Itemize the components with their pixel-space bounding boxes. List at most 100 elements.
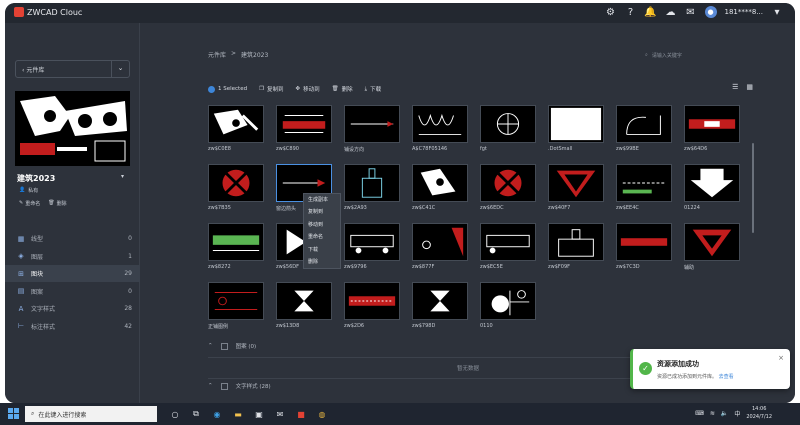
block-card[interactable]: zw$99BE [616,105,672,152]
block-card[interactable]: zw$798D [412,282,468,329]
block-thumbnail[interactable] [548,223,604,261]
block-card[interactable]: zw$877F [412,223,468,270]
context-menu-item-copy-to[interactable]: 复制到 [304,206,340,218]
block-card[interactable]: zw$13D8 [276,282,332,329]
block-thumbnail[interactable] [276,105,332,143]
block-card[interactable]: zw$EE4C [616,164,672,211]
context-menu-item-rename[interactable]: 重命名 [304,231,340,243]
block-thumbnail[interactable] [412,105,468,143]
block-card[interactable]: zw$C41C [412,164,468,211]
block-card[interactable]: 01224 [684,164,740,211]
block-card[interactable]: .DotSmall [548,105,604,152]
block-thumbnail[interactable] [412,223,468,261]
block-thumbnail[interactable] [208,282,264,320]
move-to-button[interactable]: ✥ 移动到 [296,85,320,93]
section-pattern[interactable]: ⌃ 图案 (0) [208,342,256,350]
windows-start-icon[interactable] [8,408,19,419]
block-card[interactable]: A$C78F05146 [412,105,468,152]
block-thumbnail[interactable] [412,282,468,320]
block-card[interactable]: fgt [480,105,536,152]
nav-item-linetype[interactable]: ▦ 线型 0 [5,230,140,247]
block-card[interactable]: zw$6EDC [480,164,536,211]
block-thumbnail[interactable] [276,282,332,320]
block-thumbnail[interactable] [684,105,740,143]
scrollbar[interactable] [752,143,754,233]
block-card[interactable]: zw$C890 [276,105,332,152]
rename-button[interactable]: ✎ 重命名 [19,200,40,207]
nav-item-text-style[interactable]: A 文字样式 28 [5,300,140,317]
block-card[interactable]: 铺设方向 [344,105,400,153]
block-thumbnail[interactable] [616,223,672,261]
ime-icon[interactable]: 中 [734,409,740,418]
block-card[interactable]: 0110 [480,282,536,329]
taskbar-search-input[interactable]: ⌕ 在此键入进行搜索 [25,406,157,422]
search-input[interactable]: ⌕ 请输入关键字 [645,49,760,61]
cloud-icon[interactable]: ☁ [665,6,677,18]
selection-count[interactable]: 1 Selected [208,85,247,93]
mail-icon[interactable]: ✉ [273,407,287,421]
library-selector[interactable]: ‹ 元件库 ⌄ [15,60,130,78]
app-icon[interactable]: ■ [294,407,308,421]
edge-icon[interactable]: ◉ [210,407,224,421]
volume-icon[interactable]: 🔈 [721,410,728,417]
context-menu-item-delete[interactable]: 删除 [304,256,340,268]
nav-item-pattern[interactable]: ▤ 图案 0 [5,283,140,300]
delete-button[interactable]: 🗑 删除 [332,85,353,93]
cortana-icon[interactable]: ○ [168,407,182,421]
user-name[interactable]: 181****8... [725,8,764,16]
chevron-up-icon[interactable]: ⌃ [208,383,213,389]
chevron-down-icon[interactable]: ⌄ [111,61,129,77]
block-thumbnail[interactable] [684,223,740,261]
toast-view-link[interactable]: 去查看 [719,374,734,380]
list-view-icon[interactable]: ☰ [732,83,738,91]
block-thumbnail[interactable] [548,164,604,202]
block-thumbnail[interactable] [548,105,604,143]
task-view-icon[interactable]: ⧉ [189,407,203,421]
block-thumbnail[interactable] [344,223,400,261]
block-thumbnail[interactable] [616,164,672,202]
section-checkbox[interactable] [220,342,228,350]
nav-item-dim-style[interactable]: ⊢ 标注样式 42 [5,318,140,335]
message-icon[interactable]: ✉ [685,6,697,18]
block-thumbnail[interactable] [208,105,264,143]
block-thumbnail[interactable] [684,164,740,202]
delete-library-button[interactable]: 🗑 删除 [48,200,66,207]
context-menu-item-move-to[interactable]: 移动到 [304,219,340,231]
block-thumbnail[interactable] [480,282,536,320]
block-thumbnail[interactable] [480,105,536,143]
block-card[interactable]: zw$F09F [548,223,604,270]
chrome-icon[interactable]: ◍ [315,407,329,421]
chevron-down-icon[interactable]: ▾ [771,6,783,18]
download-button[interactable]: ⤓ 下载 [365,85,381,94]
avatar[interactable]: ● [704,6,717,18]
block-thumbnail[interactable] [344,282,400,320]
block-thumbnail[interactable] [616,105,672,143]
block-card[interactable]: zw$2A93 [344,164,400,211]
block-card[interactable]: zw$C0E8 [208,105,264,152]
settings-icon[interactable]: ⚙ [605,6,617,18]
block-card[interactable]: zw$7C3D [616,223,672,270]
section-text-style[interactable]: ⌃ 文字样式 (28) [208,382,271,390]
clock[interactable]: 14:06 2024/7/12 [746,405,772,421]
block-card[interactable]: zw$40F7 [548,164,604,211]
chevron-down-icon[interactable]: ▾ [121,173,124,180]
store-icon[interactable]: ▣ [252,407,266,421]
block-card[interactable]: 辅助 [684,223,740,271]
block-card[interactable]: zw$64D6 [684,105,740,152]
block-card[interactable]: zw$9796 [344,223,400,270]
breadcrumb-root[interactable]: 元件库 [208,50,226,59]
wifi-icon[interactable]: ≋ [710,410,715,417]
block-thumbnail[interactable] [480,223,536,261]
block-thumbnail[interactable] [344,164,400,202]
block-thumbnail[interactable] [412,164,468,202]
notification-icon[interactable]: 🔔 [644,6,656,18]
close-icon[interactable]: × [778,354,784,362]
nav-item-layer[interactable]: ◈ 图层 1 [5,248,140,265]
context-menu-item-download[interactable]: 下载 [304,244,340,256]
block-card[interactable]: 正铺图例 [208,282,264,330]
block-thumbnail[interactable] [480,164,536,202]
block-card[interactable]: zw$EC5E [480,223,536,270]
copy-to-button[interactable]: ❐ 复制到 [259,85,283,93]
block-thumbnail[interactable] [208,164,264,202]
file-explorer-icon[interactable]: ▬ [231,407,245,421]
